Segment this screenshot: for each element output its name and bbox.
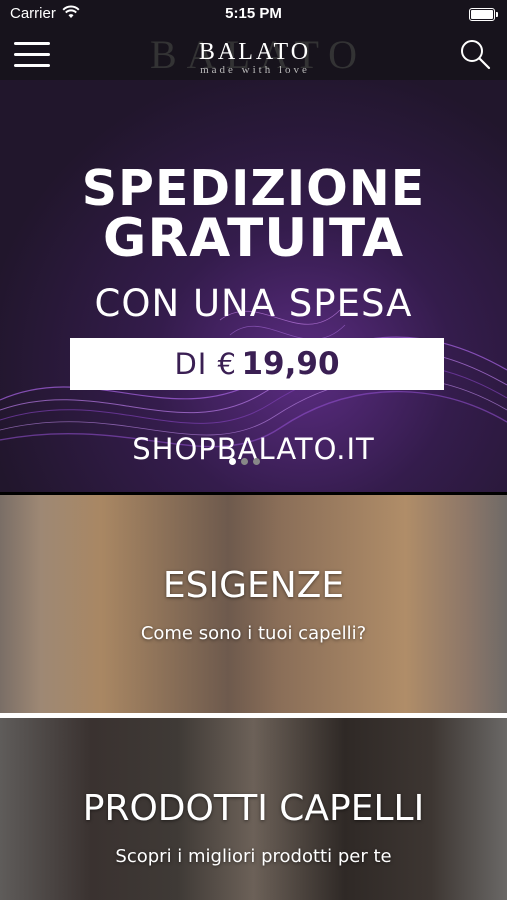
card-title: ESIGENZE [162,565,345,606]
price-amount: 19,90 [241,346,340,382]
category-card-esigenze[interactable]: ESIGENZE Come sono i tuoi capelli? [0,495,507,713]
search-icon[interactable] [459,38,491,70]
page-indicator[interactable] [229,452,279,465]
brand-logo[interactable]: BALATO BALATO made with love [150,31,360,81]
logo-tagline: made with love [200,64,310,76]
category-card-prodotti-capelli[interactable]: PRODOTTI CAPELLI Scopri i migliori prodo… [0,718,507,900]
promo-condition: CON UNA SPESA [94,282,413,325]
promo-banner[interactable]: SPEDIZIONE GRATUITA CON UNA SPESA DI € 1… [0,80,507,492]
card-subtitle: Come sono i tuoi capelli? [140,623,367,644]
card-subtitle: Scopri i migliori prodotti per te [115,846,392,867]
promo-headline-2: GRATUITA [102,208,405,269]
page-dot[interactable] [241,458,248,465]
price-box: DI € 19,90 [70,338,444,390]
nav-bar: BALATO BALATO made with love [0,28,507,81]
logo-wordmark: BALATO [198,39,312,65]
clock: 5:15 PM [225,5,282,22]
page-dot-active[interactable] [229,458,236,465]
page-dot[interactable] [253,458,260,465]
battery-icon [469,8,498,21]
card-title: PRODOTTI CAPELLI [82,788,425,829]
status-bar: Carrier 5:15 PM [0,0,507,28]
hamburger-menu-icon[interactable] [14,42,50,68]
price-prefix: DI € [174,347,238,381]
